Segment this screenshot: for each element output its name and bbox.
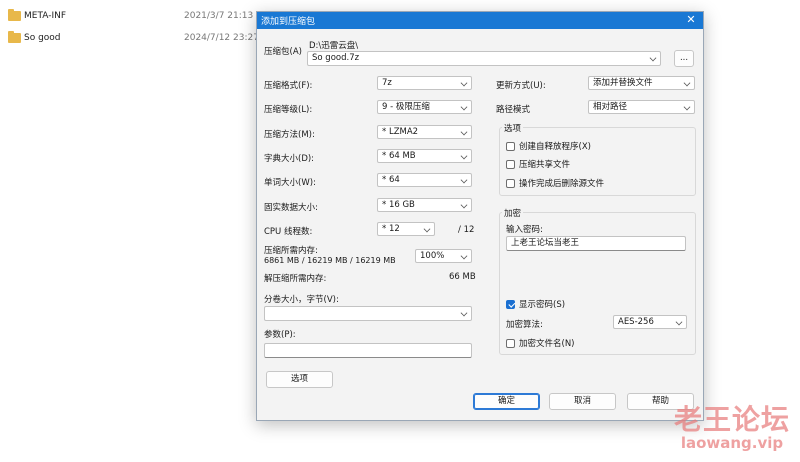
update-select[interactable]: 添加并替换文件 [588,76,695,90]
watermark-cn: 老王论坛 [673,403,790,436]
params-label: 参数(P): [264,330,296,340]
folder-icon [8,9,21,21]
solid-value: * 16 GB [382,200,415,210]
cpu-label: CPU 线程数: [264,227,313,237]
algo-label: 加密算法: [506,320,543,330]
chevron-down-icon [675,318,683,326]
mem-label: 压缩所需内存: [264,246,318,256]
dialog-titlebar: 添加到压缩包 ✕ [257,12,703,29]
archive-name-combobox[interactable]: So good.7z [307,51,661,66]
path-label: 路径模式 [496,105,531,115]
chevron-down-icon [460,252,468,260]
file-name: So good [24,33,61,43]
level-select[interactable]: 9 - 极限压缩 [377,100,472,114]
dict-select[interactable]: * 64 MB [377,149,472,163]
delete-after-label: 操作完成后删除源文件 [519,179,605,189]
shared-files-checkbox-row[interactable]: 压缩共享文件 [506,158,570,170]
sfx-checkbox[interactable] [506,141,515,151]
chevron-down-icon [683,103,691,111]
chevron-down-icon [649,54,657,62]
password-input[interactable]: 上老王论坛当老王 [506,236,686,251]
dict-value: * 64 MB [382,151,416,161]
decomp-label: 解压缩所需内存: [264,274,327,284]
path-select[interactable]: 相对路径 [588,100,695,114]
encrypt-names-checkbox[interactable] [506,338,515,348]
chevron-down-icon [683,79,691,87]
shared-files-checkbox[interactable] [506,159,515,169]
show-password-checkbox[interactable] [506,299,515,309]
delete-after-checkbox-row[interactable]: 操作完成后删除源文件 [506,177,604,189]
solid-select[interactable]: * 16 GB [377,198,472,212]
cpu-max: / 12 [458,225,475,235]
encrypt-names-label: 加密文件名(N) [519,339,575,349]
mem-value: 6861 MB / 16219 MB / 16219 MB [264,256,396,265]
level-value: 9 - 极限压缩 [382,102,430,112]
dialog-title: 添加到压缩包 [261,17,316,27]
chevron-down-icon [460,201,468,209]
decomp-value: 66 MB [449,272,476,282]
chevron-down-icon [460,152,468,160]
file-date: 2021/3/7 21:13 [184,11,254,21]
cpu-select[interactable]: * 12 [377,222,435,236]
file-name: META-INF [24,11,67,21]
file-date: 2024/7/12 23:27 [184,33,259,43]
options-button[interactable]: 选项 [266,371,333,388]
split-label: 分卷大小，字节(V): [264,295,339,305]
format-select[interactable]: 7z [377,76,472,90]
solid-label: 固实数据大小: [264,203,318,213]
watermark-en: laowang.vip [680,434,784,452]
file-row-meta-inf[interactable]: META-INF [8,9,66,23]
ok-button[interactable]: 确定 [473,393,540,410]
algo-value: AES-256 [618,317,654,327]
watermark: 老王论坛 laowang.vip [674,398,790,452]
archive-path: D:\迅雷云盘\ [309,41,359,51]
cpu-value: * 12 [382,224,400,234]
method-label: 压缩方法(M): [264,130,315,140]
mem-percent-value: 100% [420,251,445,261]
chevron-down-icon [460,128,468,136]
chevron-down-icon [460,309,468,317]
cancel-button[interactable]: 取消 [549,393,616,410]
update-value: 添加并替换文件 [593,78,653,88]
format-label: 压缩格式(F): [264,81,313,91]
delete-after-checkbox[interactable] [506,178,515,188]
encryption-group-title: 加密 [502,207,524,219]
add-to-archive-dialog: 添加到压缩包 ✕ 压缩包(A) D:\迅雷云盘\ So good.7z ... … [256,11,704,421]
chevron-down-icon [423,225,431,233]
update-label: 更新方式(U): [496,81,546,91]
chevron-down-icon [460,79,468,87]
show-password-label: 显示密码(S) [519,300,566,310]
method-select[interactable]: * LZMA2 [377,125,472,139]
sfx-checkbox-row[interactable]: 创建自释放程序(X) [506,140,591,152]
options-group-title: 选项 [502,122,524,134]
close-icon[interactable]: ✕ [685,14,697,26]
browse-button[interactable]: ... [674,50,694,67]
chevron-down-icon [460,176,468,184]
archive-label: 压缩包(A) [264,47,302,57]
archive-name-value: So good.7z [312,53,360,63]
password-label: 输入密码: [506,225,543,235]
show-password-checkbox-row[interactable]: 显示密码(S) [506,298,565,310]
word-label: 单词大小(W): [264,178,316,188]
path-value: 相对路径 [593,102,628,112]
split-combobox[interactable] [264,306,472,321]
word-value: * 64 [382,175,400,185]
encrypt-names-checkbox-row[interactable]: 加密文件名(N) [506,337,575,349]
mem-percent-select[interactable]: 100% [415,249,472,263]
algo-select[interactable]: AES-256 [613,315,687,329]
folder-icon [8,31,21,43]
shared-files-label: 压缩共享文件 [519,160,571,170]
sfx-label: 创建自释放程序(X) [519,142,591,152]
chevron-down-icon [460,103,468,111]
level-label: 压缩等级(L): [264,105,313,115]
format-value: 7z [382,78,392,88]
word-select[interactable]: * 64 [377,173,472,187]
dict-label: 字典大小(D): [264,154,315,164]
params-input[interactable] [264,343,472,358]
file-row-so-good[interactable]: So good [8,31,61,45]
method-value: * LZMA2 [382,127,419,137]
